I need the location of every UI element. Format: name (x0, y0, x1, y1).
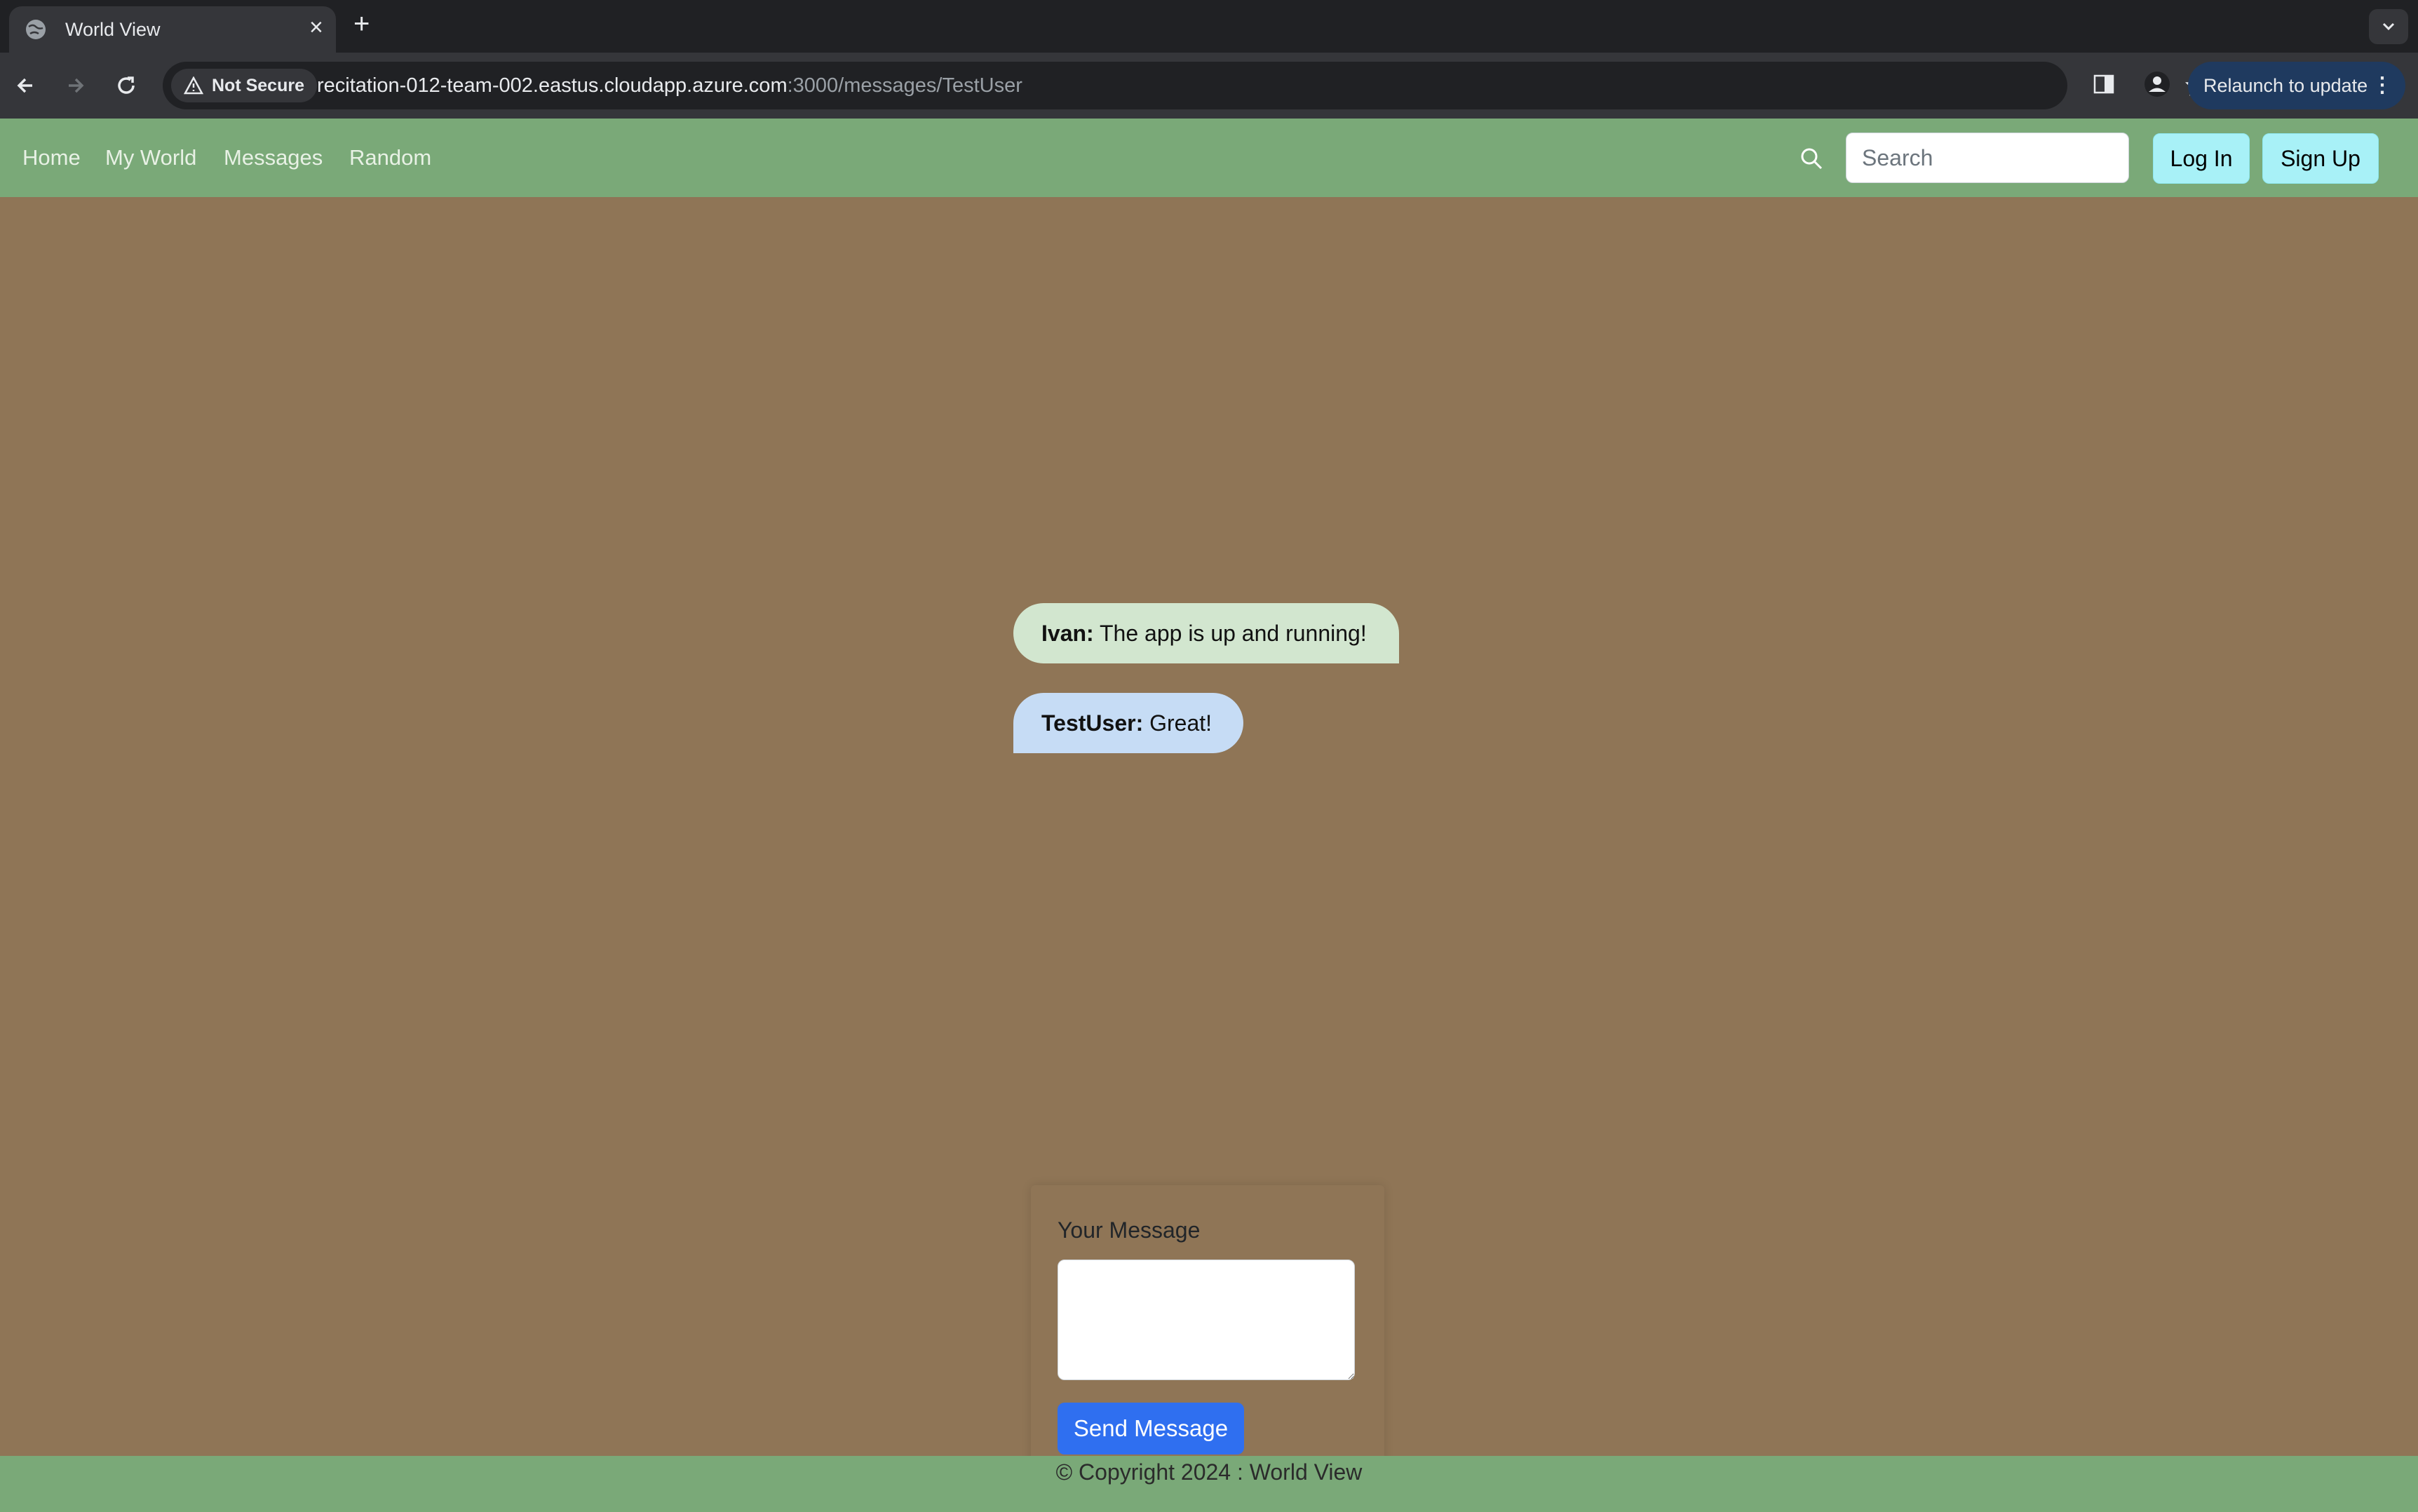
signup-button[interactable]: Sign Up (2262, 133, 2379, 184)
browser-toolbar: Not Secure recitation-012-team-002.eastu… (0, 53, 2418, 119)
url-text: recitation-012-team-002.eastus.cloudapp.… (317, 74, 1022, 97)
back-icon[interactable] (10, 69, 42, 102)
send-message-button[interactable]: Send Message (1058, 1403, 1244, 1454)
forward-icon[interactable] (59, 69, 91, 102)
message-textarea[interactable] (1058, 1260, 1355, 1380)
reload-icon[interactable] (110, 69, 142, 102)
site-navbar: Home My World Messages Random Log In Sig… (0, 119, 2418, 197)
message-text: The app is up and running! (1100, 621, 1367, 646)
url-path: :3000/messages/TestUser (787, 74, 1022, 97)
browser-tab[interactable]: World View × (9, 6, 336, 53)
relaunch-button[interactable]: Relaunch to update ⋮ (2188, 62, 2405, 109)
login-button[interactable]: Log In (2153, 133, 2250, 184)
footer: © Copyright 2024 : World View (0, 1456, 2418, 1512)
message-label: Your Message (1058, 1217, 1201, 1243)
tab-search-button[interactable] (2369, 9, 2408, 44)
browser-tab-bar: World View × + (0, 0, 2418, 53)
message-text: Great! (1149, 710, 1213, 736)
message-bubble: Ivan: The app is up and running! (1013, 603, 1399, 663)
message-form: Your Message Send Message (1031, 1185, 1384, 1494)
security-chip[interactable]: Not Secure (171, 69, 317, 102)
nav-messages[interactable]: Messages (224, 145, 323, 170)
footer-copyright: © Copyright 2024 : World View (1055, 1459, 1363, 1485)
globe-icon (26, 20, 46, 39)
close-tab-icon[interactable]: × (309, 15, 323, 39)
nav-home[interactable]: Home (22, 145, 81, 170)
url-host: recitation-012-team-002.eastus.cloudapp.… (317, 74, 788, 97)
relaunch-label: Relaunch to update (2203, 75, 2368, 96)
more-vert-icon: ⋮ (2372, 74, 2393, 97)
profile-icon[interactable] (2143, 70, 2171, 98)
nav-random[interactable]: Random (349, 145, 431, 170)
address-bar[interactable]: Not Secure recitation-012-team-002.eastu… (163, 62, 2208, 109)
warning-icon (184, 76, 203, 95)
search-input[interactable] (1846, 133, 2129, 183)
tab-title: World View (65, 19, 161, 40)
message-sender: TestUser: (1041, 710, 1144, 736)
new-tab-icon[interactable]: + (353, 10, 370, 38)
chevron-down-icon (2382, 22, 2395, 31)
security-label: Not Secure (212, 76, 304, 95)
message-bubble: TestUser: Great! (1013, 693, 1243, 753)
message-sender: Ivan: (1041, 621, 1094, 646)
side-panel-icon[interactable] (2093, 73, 2115, 95)
nav-my-world[interactable]: My World (105, 145, 196, 170)
search-icon (1801, 148, 1823, 170)
